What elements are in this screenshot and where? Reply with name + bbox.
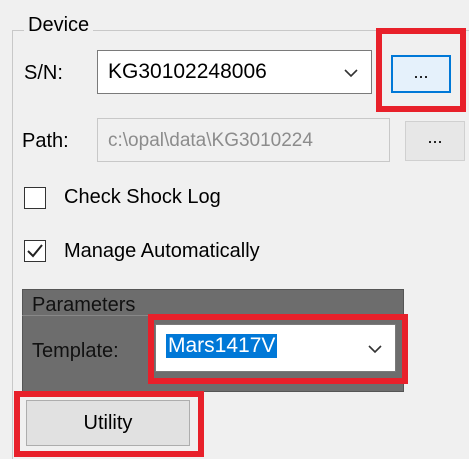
manage-automatically-label[interactable]: Manage Automatically bbox=[64, 240, 260, 263]
sn-value: KG30102248006 bbox=[108, 60, 267, 83]
manage-automatically-checkbox[interactable] bbox=[24, 240, 46, 262]
sn-browse-button[interactable]: ... bbox=[391, 55, 451, 93]
path-browse-button[interactable]: ... bbox=[405, 121, 465, 161]
device-group-frame-left bbox=[12, 30, 13, 459]
sn-combobox[interactable]: KG30102248006 bbox=[97, 50, 372, 94]
parameters-group-label: Parameters bbox=[32, 294, 136, 316]
utility-button[interactable]: Utility bbox=[26, 400, 190, 446]
check-shock-log-checkbox[interactable] bbox=[24, 187, 46, 209]
chevron-down-icon[interactable] bbox=[368, 344, 382, 358]
device-group-label: Device bbox=[24, 14, 94, 37]
check-shock-log-label[interactable]: Check Shock Log bbox=[64, 186, 221, 209]
path-label: Path: bbox=[22, 130, 69, 152]
template-value: Mars1417V bbox=[166, 334, 278, 358]
template-label: Template: bbox=[32, 340, 119, 362]
template-combobox[interactable]: Mars1417V bbox=[155, 324, 396, 372]
checkmark-icon bbox=[27, 244, 43, 258]
sn-label: S/N: bbox=[24, 62, 63, 84]
parameters-divider bbox=[22, 315, 404, 316]
chevron-down-icon[interactable] bbox=[344, 68, 358, 82]
path-field: c:\opal\data\KG3010224 bbox=[97, 118, 390, 162]
